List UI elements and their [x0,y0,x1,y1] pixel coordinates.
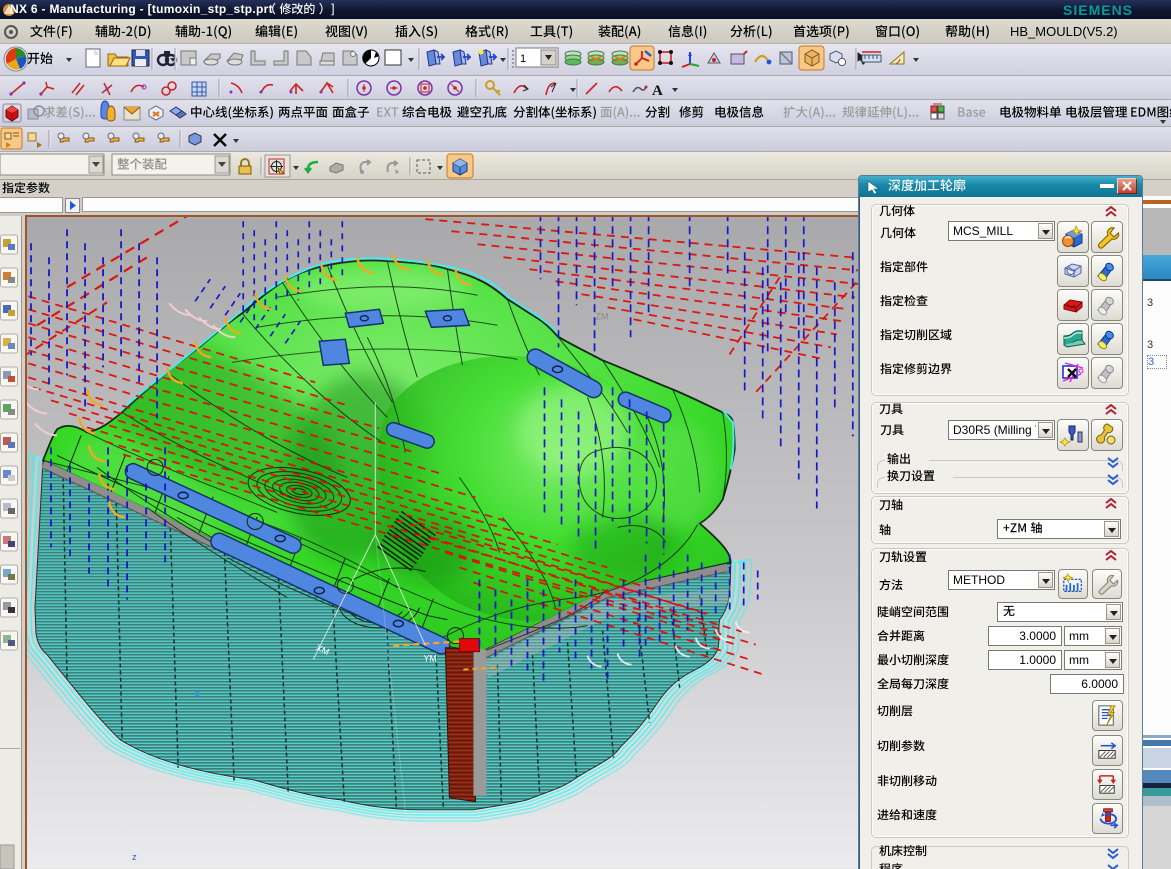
svg-text:A: A [652,83,663,99]
svg-text:YM: YM [423,654,437,664]
svg-text:z: z [132,852,137,862]
svg-text:1: 1 [520,53,526,65]
svg-text:ZM: ZM [596,311,609,321]
